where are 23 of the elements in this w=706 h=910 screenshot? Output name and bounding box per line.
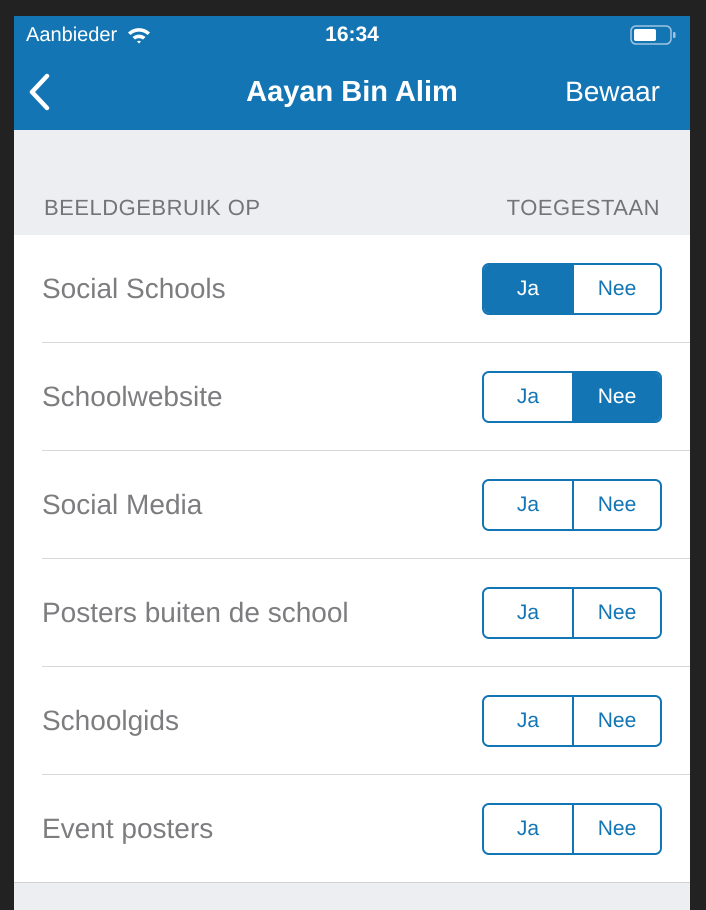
row-label: Posters buiten de school [42, 596, 349, 628]
section-title: BEELDGEBRUIK OP [44, 195, 261, 221]
chevron-left-icon [28, 73, 50, 111]
segment-option[interactable]: Nee [572, 372, 660, 420]
segment-option[interactable]: Ja [484, 264, 572, 312]
column-title: TOEGESTAAN [506, 195, 660, 221]
screen-title: Aayan Bin Alim [245, 76, 459, 108]
row-label: Social Media [42, 488, 202, 520]
carrier-text: Aanbieder [26, 24, 118, 46]
segment-option[interactable]: Nee [572, 264, 660, 312]
battery-icon [630, 25, 676, 45]
segment-option[interactable]: Nee [572, 588, 660, 636]
wifi-icon [127, 26, 152, 44]
segment-option[interactable]: Nee [572, 804, 660, 852]
row-label: Social Schools [42, 272, 226, 304]
save-button[interactable]: Bewaar [565, 76, 660, 108]
segment-option[interactable]: Nee [572, 696, 660, 744]
back-button[interactable] [28, 73, 50, 111]
row-label: Schoolwebsite [42, 380, 223, 412]
row-label: Event posters [42, 812, 214, 844]
row-label: Schoolgids [42, 704, 179, 736]
segment-option[interactable]: Nee [572, 480, 660, 528]
clock-text: 16:34 [324, 23, 380, 47]
